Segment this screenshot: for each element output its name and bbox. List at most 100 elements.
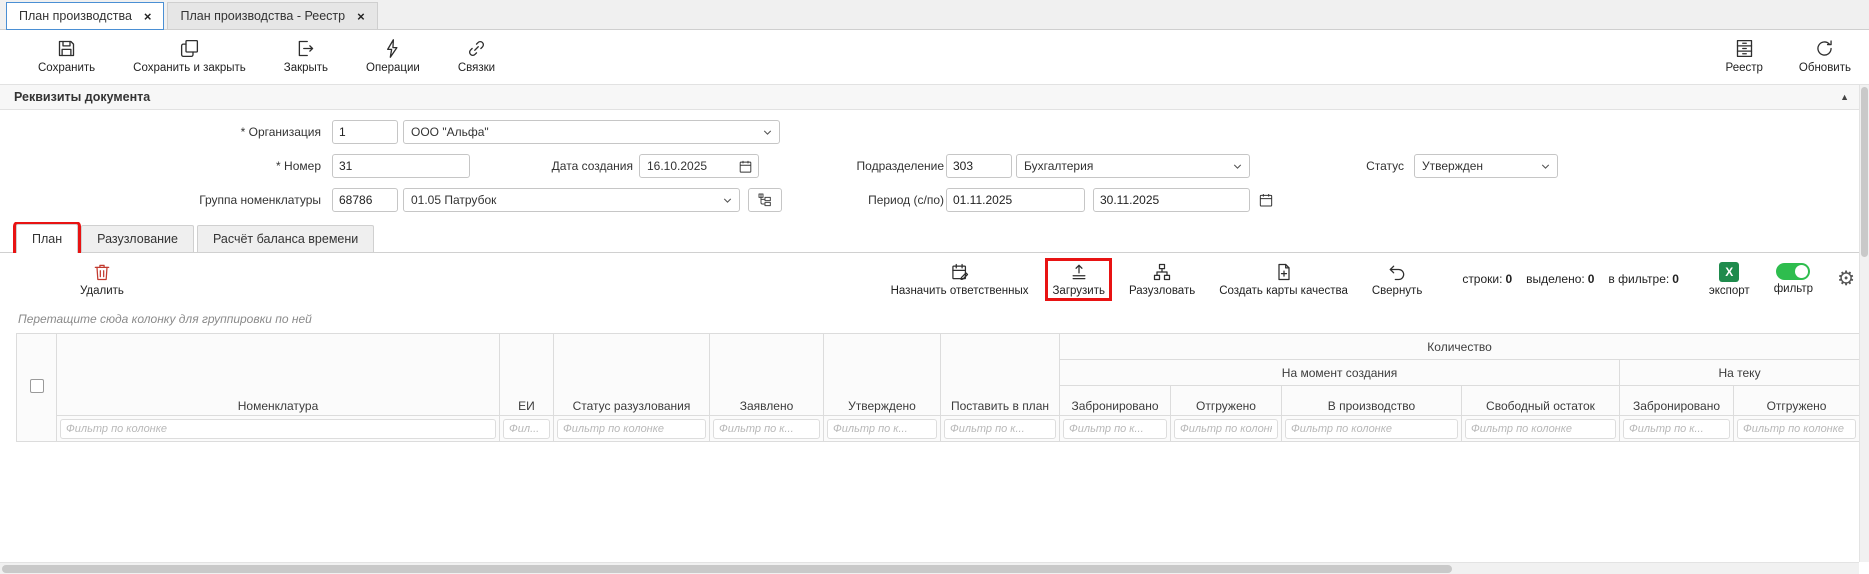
calendar-icon xyxy=(738,159,753,174)
excel-icon: X xyxy=(1719,262,1739,282)
group-panel[interactable]: Перетащите сюда колонку для группировки … xyxy=(0,305,1869,333)
save-close-icon xyxy=(179,38,200,59)
nomenclature-group-code-input[interactable] xyxy=(332,188,398,212)
main-toolbar: Сохранить Сохранить и закрыть Закрыть Оп… xyxy=(0,30,1869,84)
column-header[interactable]: Номенклатура xyxy=(57,334,500,416)
save-and-close-button[interactable]: Сохранить и закрыть xyxy=(129,37,250,75)
trash-icon xyxy=(92,262,112,282)
department-code-input[interactable] xyxy=(946,154,1012,178)
close-tab-icon[interactable]: × xyxy=(357,10,365,23)
number-input[interactable] xyxy=(332,154,470,178)
column-filter-input[interactable] xyxy=(1465,419,1616,439)
column-filter-input[interactable] xyxy=(713,419,820,439)
window-tab-label: План производства xyxy=(19,9,132,23)
department-label: Подразделение xyxy=(857,154,944,178)
column-header[interactable]: Забронировано xyxy=(1060,386,1171,416)
save-icon xyxy=(56,38,77,59)
chevron-down-icon xyxy=(761,126,774,139)
column-filter-input[interactable] xyxy=(1737,419,1856,439)
column-header[interactable]: Статус разузлования xyxy=(554,334,710,416)
view-tab-bar: План Разузлование Расчёт баланса времени xyxy=(0,222,1869,253)
period-calendar-icon[interactable] xyxy=(1258,188,1278,212)
close-button[interactable]: Закрыть xyxy=(280,37,332,75)
column-header[interactable]: Свободный остаток xyxy=(1462,386,1620,416)
column-header[interactable]: Поставить в план xyxy=(941,334,1060,416)
plan-toolbar: Удалить Назначить ответственных Загрузит… xyxy=(0,253,1869,305)
refresh-icon xyxy=(1814,38,1835,59)
status-select[interactable]: Утвержден xyxy=(1414,154,1558,178)
export-button[interactable]: X экспорт xyxy=(1705,261,1754,298)
settings-gear-icon[interactable]: ⚙ xyxy=(1837,269,1855,289)
column-header[interactable]: Заявлено xyxy=(710,334,824,416)
period-from-input[interactable] xyxy=(946,188,1085,212)
link-icon xyxy=(466,38,487,59)
refresh-button[interactable]: Обновить xyxy=(1795,37,1855,75)
registry-icon xyxy=(1734,38,1755,59)
filtered-counter: в фильтре:0 xyxy=(1608,272,1678,286)
department-select[interactable]: Бухгалтерия xyxy=(1016,154,1250,178)
column-header[interactable]: Забронировано xyxy=(1620,386,1734,416)
column-filter-input[interactable] xyxy=(827,419,937,439)
chevron-down-icon xyxy=(1539,160,1552,173)
collapse-icon[interactable]: ▲ xyxy=(1840,92,1855,102)
column-header[interactable]: ЕИ xyxy=(500,334,554,416)
horizontal-scrollbar[interactable] xyxy=(0,562,1859,574)
vertical-scrollbar-thumb[interactable] xyxy=(1861,87,1868,257)
column-filter-input[interactable] xyxy=(1063,419,1167,439)
select-all-checkbox[interactable] xyxy=(30,379,44,393)
filter-toggle[interactable]: фильтр xyxy=(1770,262,1817,296)
save-button[interactable]: Сохранить xyxy=(34,37,99,75)
nomenclature-group-select[interactable]: 01.05 Патрубок xyxy=(403,188,740,212)
tab-explosion[interactable]: Разузлование xyxy=(81,225,194,252)
app-window: План производства × План производства - … xyxy=(0,0,1869,574)
window-tab-plan[interactable]: План производства × xyxy=(6,2,164,30)
registry-button[interactable]: Реестр xyxy=(1722,37,1767,75)
horizontal-scrollbar-thumb[interactable] xyxy=(2,565,1452,573)
column-header[interactable]: Отгружено xyxy=(1734,386,1860,416)
close-tab-icon[interactable]: × xyxy=(144,10,152,23)
column-filter-input[interactable] xyxy=(503,419,550,439)
organization-select[interactable]: ООО "Альфа" xyxy=(403,120,780,144)
column-header[interactable]: Отгружено xyxy=(1171,386,1282,416)
tab-time-balance[interactable]: Расчёт баланса времени xyxy=(197,225,374,252)
load-button[interactable]: Загрузить xyxy=(1048,261,1109,298)
create-quality-cards-button[interactable]: Создать карты качества xyxy=(1215,261,1352,298)
column-header[interactable]: Утверждено xyxy=(824,334,941,416)
collapse-rows-button[interactable]: Свернуть xyxy=(1368,261,1426,298)
period-to-input[interactable] xyxy=(1093,188,1250,212)
organization-code-input[interactable] xyxy=(332,120,398,144)
operations-button[interactable]: Операции xyxy=(362,37,424,75)
window-tab-label: План производства - Реестр xyxy=(180,9,345,23)
vertical-scrollbar[interactable] xyxy=(1859,85,1869,562)
band-quantity: Количество xyxy=(1060,334,1860,360)
grid-body xyxy=(0,442,1869,574)
explode-button[interactable]: Разузловать xyxy=(1125,261,1199,298)
column-filter-input[interactable] xyxy=(1174,419,1278,439)
created-date-input[interactable]: 16.10.2025 xyxy=(639,154,759,178)
toggle-on-icon xyxy=(1776,263,1810,280)
column-filter-input[interactable] xyxy=(1623,419,1730,439)
rows-counter: строки:0 xyxy=(1462,272,1512,286)
file-plus-icon xyxy=(1274,262,1294,282)
delete-button[interactable]: Удалить xyxy=(76,261,128,298)
selected-counter: выделено:0 xyxy=(1526,272,1594,286)
assign-responsible-button[interactable]: Назначить ответственных xyxy=(887,261,1033,298)
window-tab-registry[interactable]: План производства - Реестр × xyxy=(167,2,377,29)
requisites-form: * Организация ООО "Альфа" * Номер Дата с… xyxy=(0,110,1869,222)
links-button[interactable]: Связки xyxy=(454,37,499,75)
column-filter-input[interactable] xyxy=(60,419,496,439)
organization-label: * Организация xyxy=(241,120,321,144)
chevron-down-icon xyxy=(1231,160,1244,173)
column-header[interactable]: В производство xyxy=(1282,386,1462,416)
requisites-header[interactable]: Реквизиты документа ▲ xyxy=(0,84,1869,110)
period-label: Период (с/по) xyxy=(868,188,944,212)
nomenclature-group-label: Группа номенклатуры xyxy=(199,188,321,212)
tab-plan[interactable]: План xyxy=(16,224,78,253)
nomenclature-tree-button[interactable] xyxy=(748,188,782,212)
column-filter-input[interactable] xyxy=(1285,419,1458,439)
column-filter-input[interactable] xyxy=(944,419,1056,439)
lightning-icon xyxy=(382,38,403,59)
column-filter-input[interactable] xyxy=(557,419,706,439)
chevron-down-icon xyxy=(721,194,734,207)
number-label: * Номер xyxy=(276,154,321,178)
